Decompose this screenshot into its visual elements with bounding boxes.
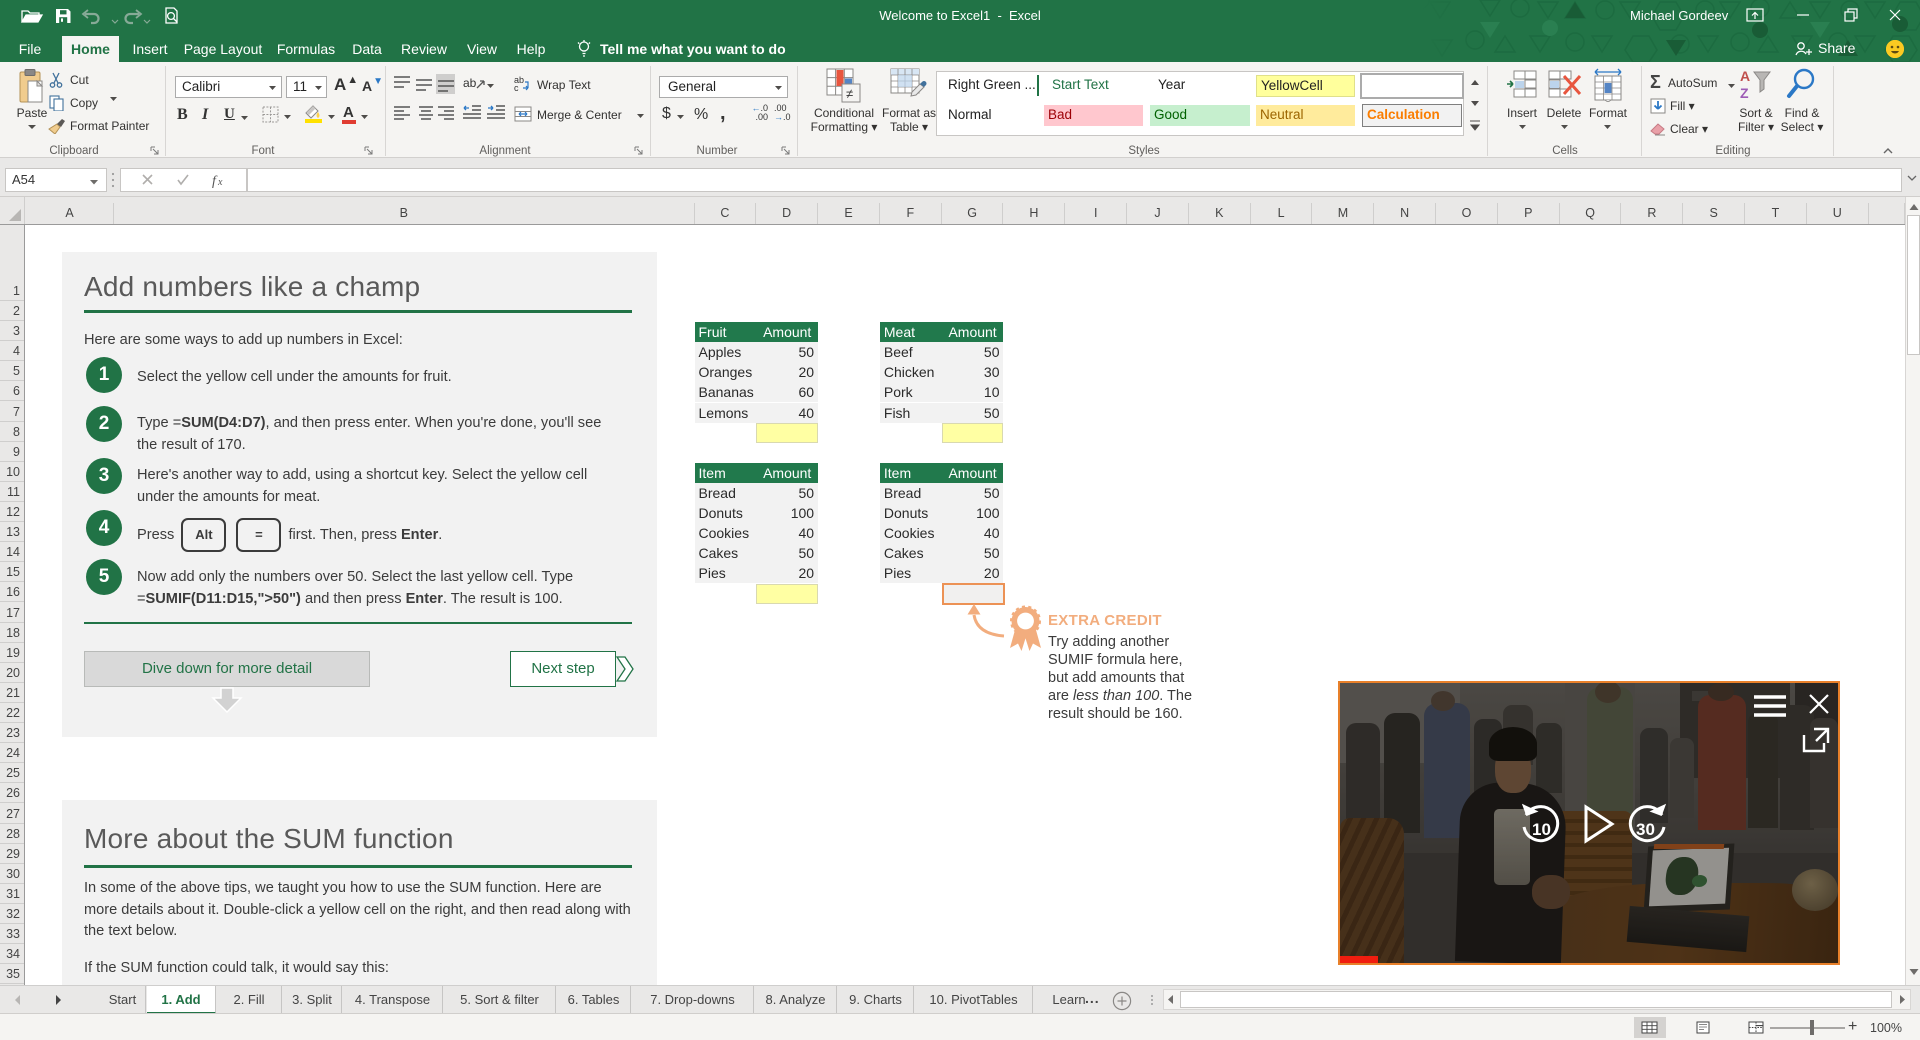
svg-text:30: 30 (1636, 820, 1655, 839)
svg-text:10: 10 (1532, 820, 1551, 839)
svg-text:ab: ab (463, 76, 477, 90)
svg-text:Z: Z (1740, 85, 1749, 101)
svg-text:x: x (217, 177, 223, 188)
svg-text:A: A (1740, 68, 1750, 84)
svg-text:≠: ≠ (846, 86, 853, 101)
svg-text:c: c (514, 83, 519, 92)
